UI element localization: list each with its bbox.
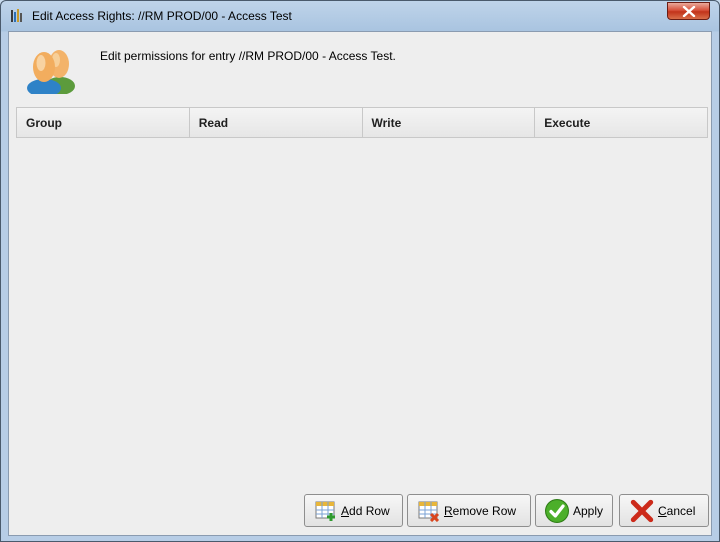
remove-row-button[interactable]: Remove Row bbox=[407, 494, 531, 527]
cancel-x-icon bbox=[630, 499, 654, 522]
apply-label: Apply bbox=[573, 503, 604, 518]
add-row-icon bbox=[315, 501, 335, 521]
add-row-label: Add Row bbox=[341, 503, 390, 518]
cancel-button[interactable]: Cancel bbox=[619, 494, 709, 527]
check-icon bbox=[545, 498, 569, 523]
add-row-button[interactable]: Add Row bbox=[304, 494, 403, 527]
users-icon bbox=[27, 50, 75, 94]
cancel-label: Cancel bbox=[658, 503, 696, 518]
column-header-execute[interactable]: Execute bbox=[535, 108, 707, 137]
app-icon bbox=[11, 9, 22, 22]
title-bar[interactable]: Edit Access Rights: //RM PROD/00 - Acces… bbox=[1, 1, 719, 31]
apply-button[interactable]: Apply bbox=[535, 494, 613, 527]
dialog-content: Edit permissions for entry //RM PROD/00 … bbox=[8, 31, 712, 536]
remove-row-icon bbox=[418, 501, 440, 522]
close-button[interactable] bbox=[667, 2, 710, 20]
remove-row-label: Remove Row bbox=[444, 503, 517, 518]
description-text: Edit permissions for entry //RM PROD/00 … bbox=[100, 49, 396, 63]
close-icon bbox=[682, 6, 696, 17]
column-header-write[interactable]: Write bbox=[363, 108, 536, 137]
window-title: Edit Access Rights: //RM PROD/00 - Acces… bbox=[32, 9, 292, 23]
column-header-read[interactable]: Read bbox=[190, 108, 363, 137]
permissions-table-body[interactable] bbox=[16, 138, 708, 488]
column-header-group[interactable]: Group bbox=[17, 108, 190, 137]
dialog-window: Edit Access Rights: //RM PROD/00 - Acces… bbox=[0, 0, 720, 542]
permissions-table-header: Group Read Write Execute bbox=[16, 107, 708, 138]
